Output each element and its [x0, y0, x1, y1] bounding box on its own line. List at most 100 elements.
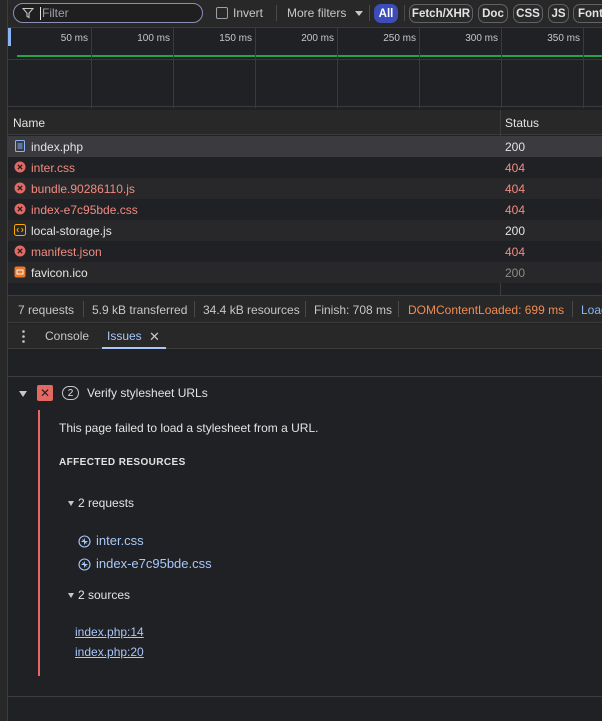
- type-chip-css[interactable]: CSS: [513, 4, 543, 23]
- page-error-icon: ✕: [37, 385, 53, 401]
- chevron-down-icon[interactable]: [68, 593, 74, 598]
- tick-label: 300 ms: [465, 33, 498, 44]
- network-timeline[interactable]: 50 ms 100 ms 150 ms 200 ms 250 ms 300 ms…: [8, 27, 602, 108]
- invert-checkbox[interactable]: [216, 7, 228, 19]
- summary-transferred: 5.9 kB transferred: [92, 303, 188, 317]
- table-row[interactable]: index-e7c95bde.css 404: [8, 199, 602, 220]
- table-row[interactable]: index.php 200: [8, 136, 602, 157]
- request-status: 404: [505, 245, 526, 259]
- type-chip-all[interactable]: All: [374, 4, 398, 23]
- affected-request-link[interactable]: inter.css: [96, 533, 144, 548]
- column-header-name[interactable]: Name: [13, 116, 45, 130]
- tick-line: [419, 28, 420, 108]
- filter-input[interactable]: Filter: [13, 3, 203, 23]
- summary-divider: [572, 301, 573, 317]
- issue-count-badge: 2: [62, 386, 79, 400]
- text-cursor: [40, 6, 41, 20]
- document-icon: [15, 140, 25, 152]
- type-chip-fetch-xhr[interactable]: Fetch/XHR: [409, 4, 473, 23]
- affected-request-link[interactable]: index-e7c95bde.css: [96, 556, 212, 571]
- invert-label: Invert: [233, 6, 264, 20]
- summary-divider: [83, 301, 84, 317]
- affected-resources-heading: AFFECTED RESOURCES: [59, 457, 186, 468]
- request-name: manifest.json: [31, 245, 102, 259]
- request-status: 404: [505, 203, 526, 217]
- issue-title[interactable]: Verify stylesheet URLs: [87, 386, 208, 400]
- chevron-down-icon[interactable]: [19, 391, 27, 397]
- chevron-down-icon[interactable]: [68, 501, 74, 506]
- active-tab-indicator: [102, 347, 166, 349]
- table-row[interactable]: local-storage.js 200: [8, 220, 602, 241]
- error-icon: [14, 161, 26, 173]
- requests-table-header: Name Status: [8, 110, 602, 135]
- close-icon[interactable]: ✕: [149, 329, 160, 345]
- tick-label: 150 ms: [219, 33, 252, 44]
- drawer-tab-bar: Console Issues ✕: [8, 324, 602, 349]
- request-status: 404: [505, 161, 526, 175]
- table-row[interactable]: inter.css 404: [8, 157, 602, 178]
- error-icon: [14, 245, 26, 257]
- tick-label: 200 ms: [301, 33, 334, 44]
- filter-placeholder: Filter: [42, 6, 69, 20]
- more-filters-button[interactable]: More filters: [287, 6, 346, 20]
- tick-label: 50 ms: [60, 33, 88, 44]
- issue-description: This page failed to load a stylesheet fr…: [59, 421, 319, 435]
- request-status: 200: [505, 224, 526, 238]
- request-status: 200: [505, 140, 526, 154]
- error-icon: [14, 203, 26, 215]
- timeline-marker: [8, 28, 11, 46]
- summary-requests: 7 requests: [18, 303, 75, 317]
- network-request-icon: [78, 558, 91, 571]
- tick-line: [255, 28, 256, 108]
- filter-icon: [22, 7, 34, 19]
- table-row[interactable]: manifest.json 404: [8, 241, 602, 262]
- requests-heading[interactable]: 2 requests: [78, 496, 134, 510]
- summary-load: Load: [581, 303, 602, 317]
- request-name: bundle.90286110.js: [31, 182, 135, 196]
- tick-line: [583, 28, 584, 108]
- summary-divider: [305, 301, 306, 317]
- network-summary-bar: 7 requests 5.9 kB transferred 34.4 kB re…: [8, 295, 602, 323]
- more-options-icon[interactable]: [22, 330, 25, 343]
- tick-line: [337, 28, 338, 108]
- request-name: inter.css: [31, 161, 76, 175]
- summary-divider: [398, 301, 399, 317]
- tab-issues[interactable]: Issues: [107, 329, 142, 343]
- column-header-status[interactable]: Status: [505, 116, 539, 130]
- tick-line: [173, 28, 174, 108]
- image-icon: [14, 266, 26, 278]
- panel-divider: [8, 696, 602, 697]
- type-chip-doc[interactable]: Doc: [478, 4, 508, 23]
- summary-resources: 34.4 kB resources: [203, 303, 300, 317]
- request-name: favicon.ico: [31, 266, 88, 280]
- tick-label: 100 ms: [137, 33, 170, 44]
- table-row[interactable]: favicon.ico 200: [8, 262, 602, 283]
- summary-dom-content-loaded: DOMContentLoaded: 699 ms: [408, 303, 565, 317]
- request-name: index.php: [31, 140, 84, 154]
- issue-severity-bar: [38, 410, 40, 676]
- toolbar-divider: [276, 5, 277, 21]
- toolbar-divider: [369, 5, 370, 21]
- table-row[interactable]: bundle.90286110.js 404: [8, 178, 602, 199]
- request-name: local-storage.js: [31, 224, 112, 238]
- request-status: 200: [505, 266, 526, 280]
- network-request-icon: [78, 535, 91, 548]
- error-icon: [14, 182, 26, 194]
- tab-console[interactable]: Console: [45, 329, 89, 343]
- tick-label: 250 ms: [383, 33, 416, 44]
- timeline-gridline: [8, 59, 602, 60]
- filter-toolbar: Filter Invert More filters All Fetch/XHR…: [8, 0, 602, 27]
- source-link[interactable]: index.php:14: [75, 625, 144, 639]
- tick-line: [501, 28, 502, 108]
- type-chip-font[interactable]: Font: [573, 4, 602, 23]
- request-name: index-e7c95bde.css: [31, 203, 138, 217]
- type-chip-js[interactable]: JS: [548, 4, 569, 23]
- chevron-down-icon: [355, 11, 363, 16]
- request-status: 404: [505, 182, 526, 196]
- source-link[interactable]: index.php:20: [75, 645, 144, 659]
- sources-heading[interactable]: 2 sources: [78, 588, 130, 602]
- toolbar-divider: [404, 5, 405, 21]
- tick-line: [91, 28, 92, 108]
- tick-label: 350 ms: [547, 33, 580, 44]
- timeline-activity-line: [17, 55, 602, 57]
